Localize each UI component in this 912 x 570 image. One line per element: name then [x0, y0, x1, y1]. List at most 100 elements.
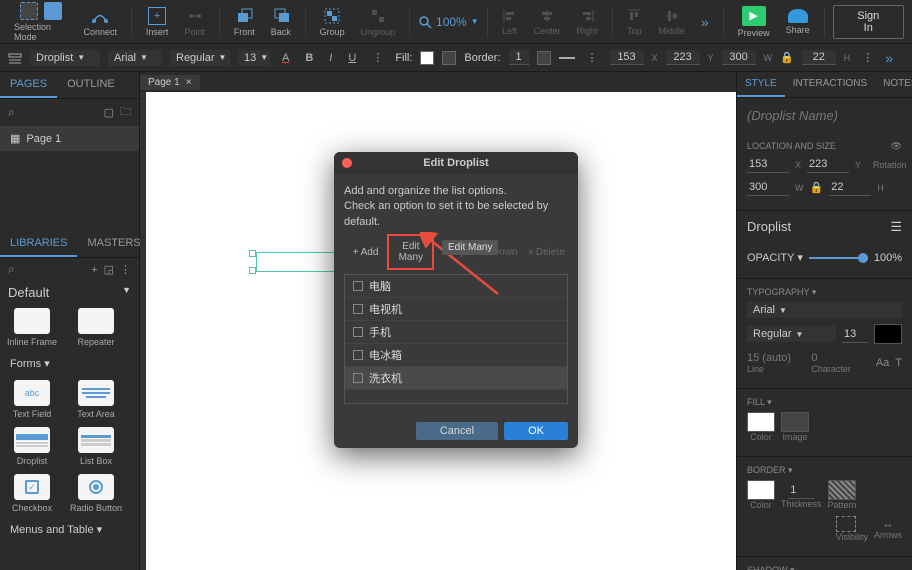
- preview-button[interactable]: ▶Preview: [732, 4, 776, 40]
- font-dropdown[interactable]: Arial▼: [108, 50, 162, 66]
- list-item[interactable]: 电视机: [345, 298, 567, 321]
- page-1-item[interactable]: ▦ Page 1: [0, 126, 139, 151]
- widget-list-box[interactable]: List Box: [68, 427, 124, 466]
- delete-action[interactable]: ×Delete: [525, 238, 568, 266]
- connect-tool[interactable]: Connect: [77, 5, 123, 39]
- lock-aspect-icon[interactable]: 🔒: [780, 51, 794, 64]
- library-selector[interactable]: Default▼: [0, 281, 139, 304]
- widget-checkbox[interactable]: ✓Checkbox: [4, 474, 60, 513]
- style-manage-icon[interactable]: ☰: [890, 219, 902, 235]
- rp-fontsize-input[interactable]: [842, 326, 868, 343]
- checkbox-icon[interactable]: [353, 304, 363, 314]
- sign-in-button[interactable]: Sign In: [833, 5, 905, 39]
- checkbox-icon[interactable]: [353, 327, 363, 337]
- interactions-tab[interactable]: INTERACTIONS: [785, 72, 875, 97]
- border-arrows-icon[interactable]: ↔: [874, 518, 902, 530]
- rp-w-input[interactable]: [747, 179, 789, 196]
- border-more-button[interactable]: ⋮: [583, 49, 602, 66]
- border-color-swatch-2[interactable]: [747, 480, 775, 500]
- close-icon[interactable]: [342, 158, 352, 168]
- line-height-value[interactable]: 15 (auto): [747, 352, 805, 364]
- libraries-tab[interactable]: LIBRARIES: [0, 231, 77, 257]
- edit-many-action[interactable]: Edit Many: [389, 238, 432, 266]
- bold-button[interactable]: B: [301, 50, 317, 66]
- canvas-tab-page-1[interactable]: Page 1×: [140, 75, 200, 90]
- add-page-icon[interactable]: ▢: [104, 106, 114, 119]
- weight-dropdown[interactable]: Regular▼: [170, 50, 230, 66]
- share-button[interactable]: Share: [780, 7, 816, 37]
- x-input[interactable]: [610, 50, 644, 65]
- italic-button[interactable]: I: [325, 50, 336, 66]
- text-more-icon[interactable]: T: [895, 357, 902, 369]
- fill-image-swatch[interactable]: [781, 412, 809, 432]
- widget-repeater[interactable]: Repeater: [68, 308, 124, 347]
- border-color-swatch[interactable]: [537, 51, 551, 65]
- opacity-slider[interactable]: [809, 257, 868, 259]
- rp-x-input[interactable]: [747, 156, 789, 173]
- rp-h-input[interactable]: [829, 179, 871, 196]
- text-options-icon[interactable]: Aa: [876, 357, 889, 369]
- outline-tab[interactable]: OUTLINE: [57, 72, 125, 98]
- underline-button[interactable]: U: [344, 50, 360, 66]
- fill-color-swatch[interactable]: [747, 412, 775, 432]
- cancel-button[interactable]: Cancel: [416, 422, 498, 440]
- widget-inline-frame[interactable]: Inline Frame: [4, 308, 60, 347]
- rp-y-input[interactable]: [807, 156, 849, 173]
- notes-tab[interactable]: NOTES: [875, 72, 912, 97]
- border-visibility-icon[interactable]: [836, 516, 856, 532]
- list-item[interactable]: 电冰箱: [345, 344, 567, 367]
- forms-section[interactable]: Forms ▾: [0, 351, 139, 376]
- widget-text-area[interactable]: Text Area: [68, 380, 124, 419]
- pages-tab[interactable]: PAGES: [0, 72, 57, 98]
- border-pattern-swatch[interactable]: [828, 480, 856, 500]
- selection-mode-tool[interactable]: Selection Mode: [8, 0, 73, 44]
- text-color-button[interactable]: A: [278, 50, 293, 66]
- add-action[interactable]: +Add: [344, 238, 387, 266]
- line-style-icon[interactable]: [559, 52, 575, 64]
- w-input[interactable]: [722, 50, 756, 65]
- fill-swatch[interactable]: [420, 51, 434, 65]
- y-input[interactable]: [666, 50, 700, 65]
- char-spacing-value[interactable]: 0: [811, 352, 869, 364]
- border-thickness-input[interactable]: [788, 482, 814, 499]
- text-more-button[interactable]: ⋮: [368, 49, 387, 66]
- zoom-control[interactable]: 100% ▼: [418, 15, 479, 29]
- lib-search-icon[interactable]: ⌕: [8, 262, 15, 277]
- rp-font-dropdown[interactable]: Arial▼: [747, 302, 902, 318]
- front-tool[interactable]: Front: [228, 5, 261, 39]
- border-width-input[interactable]: [509, 50, 529, 65]
- format-overflow-icon[interactable]: »: [885, 50, 893, 66]
- checkbox-icon[interactable]: [353, 281, 363, 291]
- search-icon[interactable]: ⌕: [8, 105, 15, 120]
- toolbar-more-icon[interactable]: »: [701, 14, 709, 30]
- style-class-row[interactable]: Droplist☰: [737, 211, 912, 243]
- insert-tool[interactable]: + Insert: [140, 5, 175, 39]
- lock-aspect-icon-2[interactable]: 🔒: [810, 181, 824, 194]
- menus-section[interactable]: Menus and Table ▾: [0, 517, 139, 542]
- lib-menu-icon[interactable]: ⋮: [120, 263, 131, 276]
- fill-swatch-2[interactable]: [442, 51, 456, 65]
- text-color-swatch[interactable]: [874, 324, 902, 344]
- rp-weight-dropdown[interactable]: Regular▼: [747, 326, 836, 342]
- format-more-button[interactable]: ⋮: [858, 49, 877, 66]
- add-folder-icon[interactable]: 🗀: [120, 103, 131, 122]
- checkbox-icon[interactable]: [353, 350, 363, 360]
- add-lib-icon[interactable]: +: [91, 264, 97, 276]
- back-tool[interactable]: Back: [265, 5, 297, 39]
- visibility-icon[interactable]: 👁: [891, 141, 902, 152]
- checkbox-icon[interactable]: [353, 373, 363, 383]
- widget-text-field[interactable]: abcText Field: [4, 380, 60, 419]
- style-tab[interactable]: STYLE: [737, 72, 785, 97]
- widget-radio-button[interactable]: Radio Button: [68, 474, 124, 513]
- list-item[interactable]: 电脑: [345, 275, 567, 298]
- widget-name-input[interactable]: (Droplist Name): [737, 98, 912, 133]
- lib-options-icon[interactable]: ◲: [104, 263, 114, 276]
- h-input[interactable]: [802, 50, 836, 65]
- list-item[interactable]: 洗衣机: [345, 367, 567, 390]
- group-tool[interactable]: Group: [314, 5, 351, 39]
- list-item[interactable]: 手机: [345, 321, 567, 344]
- dialog-titlebar[interactable]: Edit Droplist: [334, 152, 578, 174]
- widget-droplist[interactable]: Droplist: [4, 427, 60, 466]
- widget-type-dropdown[interactable]: Droplist▼: [30, 50, 100, 66]
- size-dropdown[interactable]: 13▼: [238, 50, 270, 66]
